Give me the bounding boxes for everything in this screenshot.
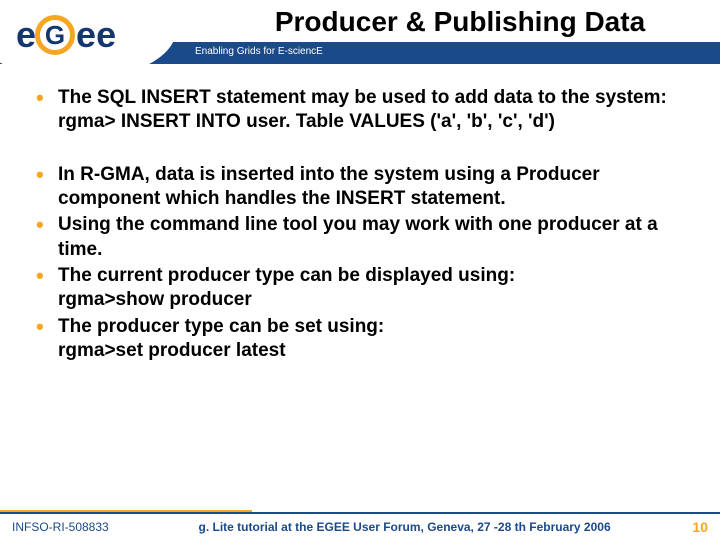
bullet-item: The SQL INSERT statement may be used to …	[34, 86, 698, 135]
slide-title: Producer & Publishing Data	[210, 6, 710, 38]
logo-area: e G e e	[6, 0, 186, 68]
bullet-subline: rgma> INSERT INTO user. Table VALUES ('a…	[58, 110, 698, 134]
slide-subtitle: Enabling Grids for E-sciencE	[195, 46, 323, 57]
egee-logo-icon: e G e e	[16, 14, 114, 56]
bullet-text: The SQL INSERT statement may be used to …	[58, 87, 667, 108]
page-number: 10	[692, 519, 708, 535]
bullet-text: In R-GMA, data is inserted into the syst…	[58, 164, 600, 209]
bullet-item: Using the command line tool you may work…	[34, 213, 698, 262]
bullet-subline: rgma>set producer latest	[58, 339, 698, 363]
footer-reference: INFSO-RI-508833	[12, 520, 109, 534]
slide-header: e G e e Producer & Publishing Data Enabl…	[0, 0, 720, 68]
bullet-list-1: The SQL INSERT statement may be used to …	[34, 86, 698, 135]
bullet-item: In R-GMA, data is inserted into the syst…	[34, 163, 698, 212]
slide-content: The SQL INSERT statement may be used to …	[0, 68, 720, 363]
bullet-text: The current producer type can be display…	[58, 265, 515, 286]
bullet-text: The producer type can be set using:	[58, 316, 384, 337]
bullet-item: The producer type can be set using: rgma…	[34, 315, 698, 364]
slide-footer: INFSO-RI-508833 g. Lite tutorial at the …	[0, 512, 720, 540]
footer-caption: g. Lite tutorial at the EGEE User Forum,…	[129, 520, 681, 534]
bullet-list-2: In R-GMA, data is inserted into the syst…	[34, 163, 698, 364]
bullet-text: Using the command line tool you may work…	[58, 214, 658, 259]
bullet-subline: rgma>show producer	[58, 288, 698, 312]
bullet-item: The current producer type can be display…	[34, 264, 698, 313]
